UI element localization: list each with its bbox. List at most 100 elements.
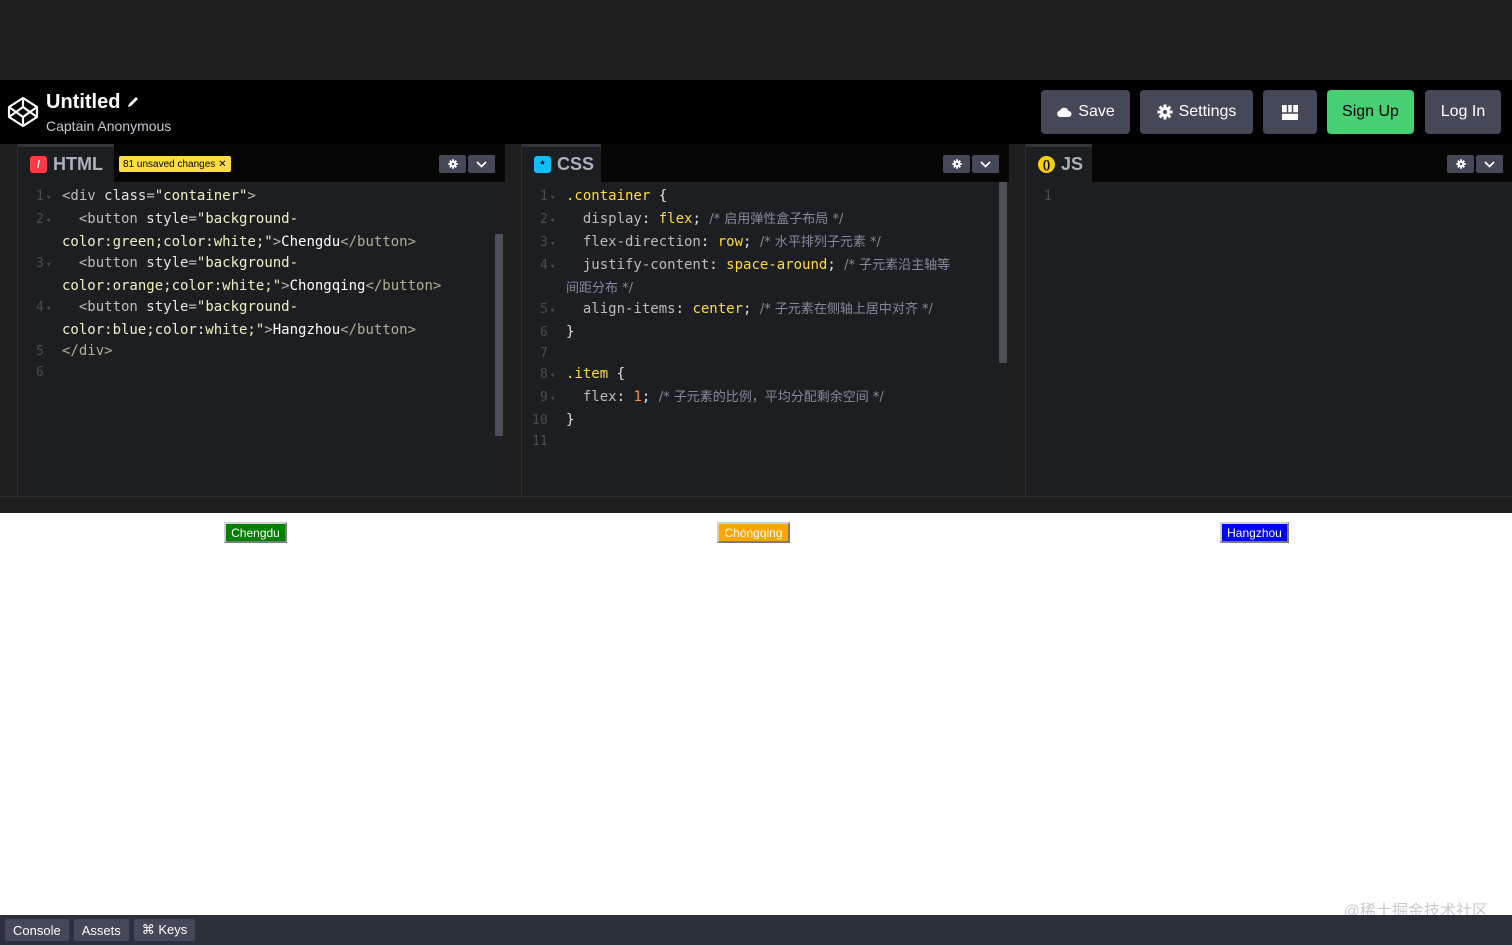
code-line: 11 — [522, 431, 1009, 452]
chongqing-button[interactable]: Chongqing — [717, 522, 790, 543]
result-preview: Chengdu Chongqing Hangzhou @稀土掘金技术社区 — [0, 513, 1512, 920]
code-line: 5 </div> — [18, 341, 505, 362]
js-braces-icon: () — [1038, 156, 1055, 173]
css-scrollbar[interactable] — [999, 182, 1007, 363]
html-code-area[interactable]: 1 ▾ <div class="container"> 2 ▾ <button st… — [18, 182, 505, 496]
code-line: 6 } — [522, 322, 1009, 343]
line-number: 6 — [540, 325, 548, 340]
pen-title-block: Untitled Captain Anonymous — [46, 90, 171, 134]
change-view-button[interactable] — [1263, 90, 1317, 134]
save-button[interactable]: Save — [1041, 90, 1130, 134]
js-tab-label: JS — [1061, 154, 1084, 174]
log-in-label: Log In — [1440, 103, 1486, 120]
pen-author[interactable]: Captain Anonymous — [46, 118, 171, 134]
tab-html[interactable]: / HTML — [18, 144, 114, 182]
log-in-button[interactable]: Log In — [1425, 90, 1501, 134]
tab-css[interactable]: * CSS — [522, 144, 601, 182]
html-scrollbar[interactable] — [495, 234, 503, 436]
gear-icon — [447, 159, 458, 169]
code-line-wrapped: 间距分布 */ — [566, 281, 634, 296]
code-line: 7 — [522, 343, 1009, 364]
code-line: 10 } — [522, 410, 1009, 431]
js-collapse-button[interactable] — [1476, 155, 1503, 173]
code-line: 4 ▾ <button style="background- — [18, 297, 505, 320]
code-line: 2 ▾ display: flex; /* 启用弹性盒子布局 */ — [522, 209, 1009, 232]
css-asterisk-icon: * — [534, 156, 551, 173]
code-line: 6 — [18, 362, 505, 383]
console-button[interactable]: Console — [5, 919, 69, 941]
layout-grid-icon — [1282, 104, 1298, 120]
code-line: 2 ▾ <button style="background- — [18, 209, 505, 232]
code-line: 1 — [1026, 186, 1512, 207]
html-editor-header: / HTML 81 unsaved changes ✕ — [18, 144, 505, 182]
settings-label: Settings — [1178, 103, 1237, 120]
js-editor-header: () JS — [1026, 144, 1512, 182]
settings-button[interactable]: Settings — [1140, 90, 1253, 134]
code-line: 1 ▾ <div class="container"> — [18, 186, 505, 209]
gear-icon — [951, 159, 962, 169]
code-line-wrapped: color:green;color:white;">Chengdu</butto… — [62, 234, 417, 250]
editor-resizer-left[interactable] — [0, 144, 17, 496]
gear-icon — [1157, 104, 1173, 120]
line-number: 11 — [532, 434, 548, 449]
line-number: 9 ▾ — [540, 390, 556, 405]
css-editor-header: * CSS — [522, 144, 1009, 182]
js-editor: () JS 1 — [1025, 144, 1512, 496]
sign-up-button[interactable]: Sign Up — [1327, 90, 1414, 134]
sign-up-label: Sign Up — [1342, 103, 1399, 120]
css-tab-label: CSS — [557, 154, 595, 174]
code-line-wrapped: color:blue;color:white;">Hangzhou</butto… — [62, 322, 417, 338]
html-collapse-button[interactable] — [468, 155, 495, 173]
edit-pencil-icon[interactable] — [126, 95, 140, 109]
preview-resizer[interactable] — [0, 496, 1512, 513]
close-x-icon[interactable]: ✕ — [218, 159, 226, 170]
editor-resizer[interactable] — [505, 144, 522, 496]
keys-button[interactable]: ⌘ Keys — [133, 919, 196, 941]
unsaved-changes-text: 81 unsaved changes — [123, 158, 216, 170]
html-tab-label: HTML — [53, 154, 103, 174]
js-code-area[interactable]: 1 — [1026, 182, 1512, 496]
header: Untitled Captain Anonymous Save Settings — [0, 80, 1512, 144]
editors-area: / HTML 81 unsaved changes ✕ 1 ▾ <div cla… — [0, 144, 1512, 496]
line-number: 8 ▾ — [540, 367, 556, 382]
codepen-logo-icon[interactable] — [7, 96, 39, 128]
line-number: 5 — [36, 344, 44, 359]
line-number: 4 ▾ — [36, 300, 52, 315]
line-number: 1 — [1044, 189, 1052, 204]
browser-top-area — [0, 0, 1512, 80]
footer-bar: Console Assets ⌘ Keys — [0, 915, 1512, 945]
code-line-wrapped: color:orange;color:white;">Chongqing</bu… — [62, 278, 442, 294]
line-number: 6 — [36, 365, 44, 380]
line-number: 1 ▾ — [540, 189, 556, 204]
save-label: Save — [1078, 103, 1115, 120]
hangzhou-button[interactable]: Hangzhou — [1220, 522, 1289, 543]
line-number: 4 ▾ — [540, 258, 556, 273]
gear-icon — [1455, 159, 1466, 169]
line-number: 7 — [540, 346, 548, 361]
chevron-down-icon — [1484, 160, 1495, 168]
cloud-icon — [1057, 107, 1072, 117]
unsaved-changes-badge[interactable]: 81 unsaved changes ✕ — [119, 156, 231, 172]
code-line: 5 ▾ align-items: center; /* 子元素在侧轴上居中对齐 *… — [522, 299, 1009, 322]
chengdu-button[interactable]: Chengdu — [224, 522, 287, 543]
chevron-down-icon — [980, 160, 991, 168]
code-line: 3 ▾ <button style="background- — [18, 253, 505, 276]
html-settings-button[interactable] — [439, 155, 466, 173]
chevron-down-icon — [476, 160, 487, 168]
editor-resizer[interactable] — [1009, 144, 1026, 496]
code-line: 1 ▾ .container { — [522, 186, 1009, 209]
css-settings-button[interactable] — [943, 155, 970, 173]
pen-title[interactable]: Untitled — [46, 90, 120, 114]
tab-js[interactable]: () JS — [1026, 144, 1092, 182]
assets-button[interactable]: Assets — [73, 919, 129, 941]
code-line: 9 ▾ flex: 1; /* 子元素的比例，平均分配剩余空间 */ — [522, 387, 1009, 410]
css-collapse-button[interactable] — [972, 155, 999, 173]
css-editor: * CSS 1 ▾ .container {2 ▾ display: flex… — [521, 144, 1009, 496]
code-line: 3 ▾ flex-direction: row; /* 水平排列子元素 */ — [522, 232, 1009, 255]
css-code-area[interactable]: 1 ▾ .container { 2 ▾ display: flex; /* 启用弹… — [522, 182, 1009, 496]
line-number: 10 — [532, 413, 548, 428]
code-line: 4 ▾ justify-content: space-around; /* 子元素… — [522, 255, 1009, 278]
html-editor: / HTML 81 unsaved changes ✕ 1 ▾ <div cla… — [17, 144, 505, 496]
js-settings-button[interactable] — [1447, 155, 1474, 173]
line-number: 3 ▾ — [36, 256, 52, 271]
